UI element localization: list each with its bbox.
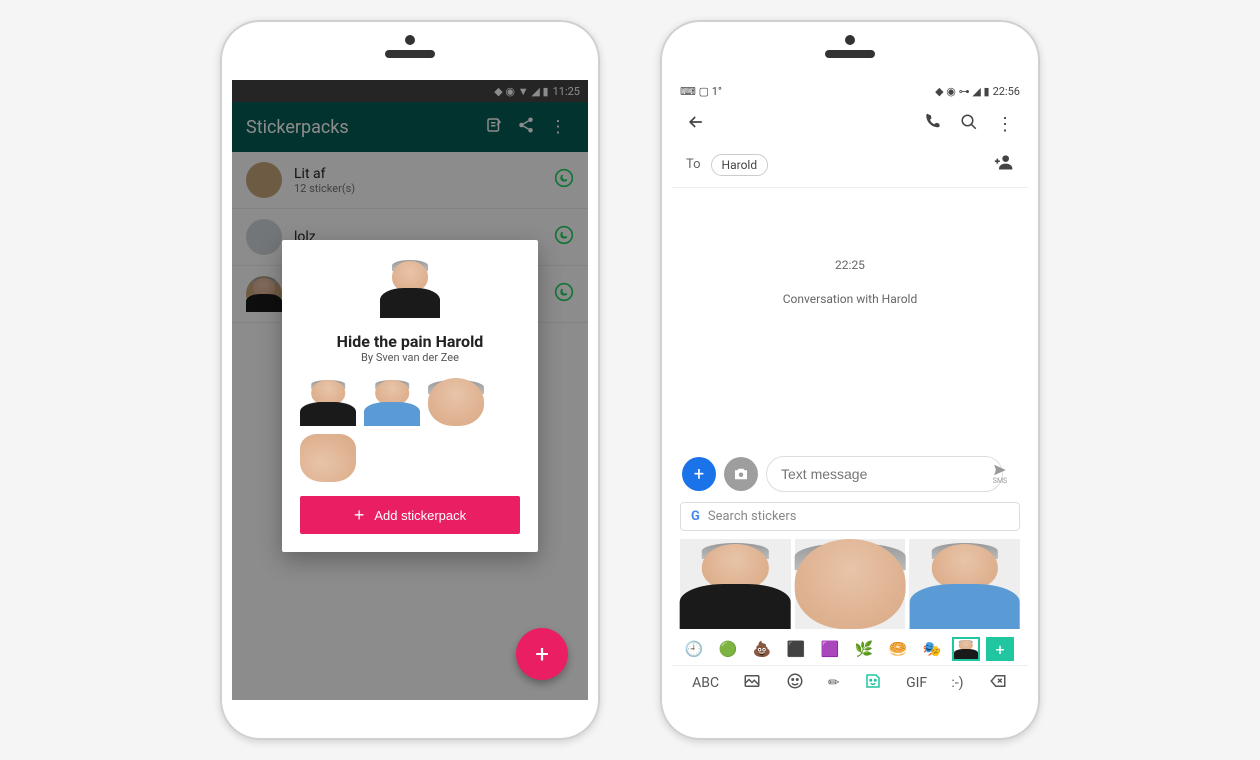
conversation-label: Conversation with Harold bbox=[672, 292, 1028, 306]
attach-button[interactable]: + bbox=[682, 457, 716, 491]
kb-gif[interactable]: GIF bbox=[906, 675, 927, 691]
conversation-area: 22:25 Conversation with Harold bbox=[672, 188, 1028, 450]
add-category-button[interactable]: + bbox=[986, 637, 1014, 661]
to-row: To Harold bbox=[672, 146, 1028, 188]
kb-backspace-icon[interactable] bbox=[988, 672, 1008, 694]
kb-emoticon[interactable]: :-) bbox=[951, 675, 963, 691]
sticker-option[interactable] bbox=[795, 539, 906, 629]
category-icon[interactable]: 🎭 bbox=[918, 637, 946, 661]
sticker-item[interactable] bbox=[364, 378, 420, 426]
back-icon[interactable] bbox=[686, 112, 706, 137]
category-icon[interactable]: ⬛ bbox=[782, 637, 810, 661]
send-button[interactable]: SMS bbox=[992, 463, 1008, 485]
fab-add-button[interactable]: + bbox=[516, 628, 568, 680]
more-icon[interactable]: ⋮ bbox=[996, 114, 1014, 135]
search-icon[interactable] bbox=[960, 113, 978, 136]
sticker-option[interactable] bbox=[909, 539, 1020, 629]
pack-author: By Sven van der Zee bbox=[300, 351, 520, 364]
kb-emoji-icon[interactable] bbox=[786, 672, 804, 694]
sticker-preview bbox=[380, 258, 440, 318]
recipient-chip[interactable]: Harold bbox=[711, 154, 769, 176]
kb-abc[interactable]: ABC bbox=[692, 675, 719, 691]
google-icon: G bbox=[691, 509, 700, 524]
kb-sticker-icon[interactable] bbox=[864, 672, 882, 694]
recent-icon[interactable]: 🕘 bbox=[680, 637, 708, 661]
phone-icon[interactable] bbox=[924, 113, 942, 136]
category-icon[interactable]: 🟪 bbox=[816, 637, 844, 661]
plus-icon: + bbox=[354, 506, 365, 524]
sticker-item[interactable] bbox=[428, 378, 484, 426]
sticker-item[interactable] bbox=[300, 434, 356, 482]
status-time: 22:56 bbox=[993, 85, 1020, 98]
chat-topbar: ⋮ bbox=[672, 102, 1028, 146]
to-label: To bbox=[686, 157, 701, 172]
keyboard-mode-row: ABC ✏ GIF :-) bbox=[672, 665, 1028, 700]
kb-drawing-icon[interactable]: ✏ bbox=[828, 675, 840, 691]
kb-image-icon[interactable] bbox=[743, 672, 761, 694]
phone-right: ⌨ ▢ 1° ◆ ◉ ⊶ ◢ ▮ 22:56 ⋮ To Harold bbox=[660, 20, 1040, 740]
category-icon[interactable]: 🥯 bbox=[884, 637, 912, 661]
category-icon[interactable]: 🟢 bbox=[714, 637, 742, 661]
sticker-categories: 🕘 🟢 💩 ⬛ 🟪 🌿 🥯 🎭 + bbox=[672, 633, 1028, 665]
stickerpack-modal: Hide the pain Harold By Sven van der Zee… bbox=[282, 240, 538, 552]
phone-left: ◆ ◉ ▼ ◢ ▮ 11:25 Stickerpacks ⋮ Lit af 12… bbox=[220, 20, 600, 740]
camera-button[interactable] bbox=[724, 457, 758, 491]
conversation-time: 22:25 bbox=[672, 258, 1028, 272]
sticker-search[interactable]: G Search stickers bbox=[680, 502, 1020, 531]
pack-title: Hide the pain Harold bbox=[300, 332, 520, 351]
category-icon[interactable]: 💩 bbox=[748, 637, 776, 661]
category-icon-selected[interactable] bbox=[952, 637, 980, 661]
sticker-option[interactable] bbox=[680, 539, 791, 629]
sticker-item[interactable] bbox=[300, 378, 356, 426]
category-icon[interactable]: 🌿 bbox=[850, 637, 878, 661]
message-input[interactable] bbox=[766, 456, 1003, 492]
add-stickerpack-button[interactable]: + Add stickerpack bbox=[300, 496, 520, 534]
status-bar: ⌨ ▢ 1° ◆ ◉ ⊶ ◢ ▮ 22:56 bbox=[672, 80, 1028, 102]
add-person-icon[interactable] bbox=[994, 152, 1014, 177]
